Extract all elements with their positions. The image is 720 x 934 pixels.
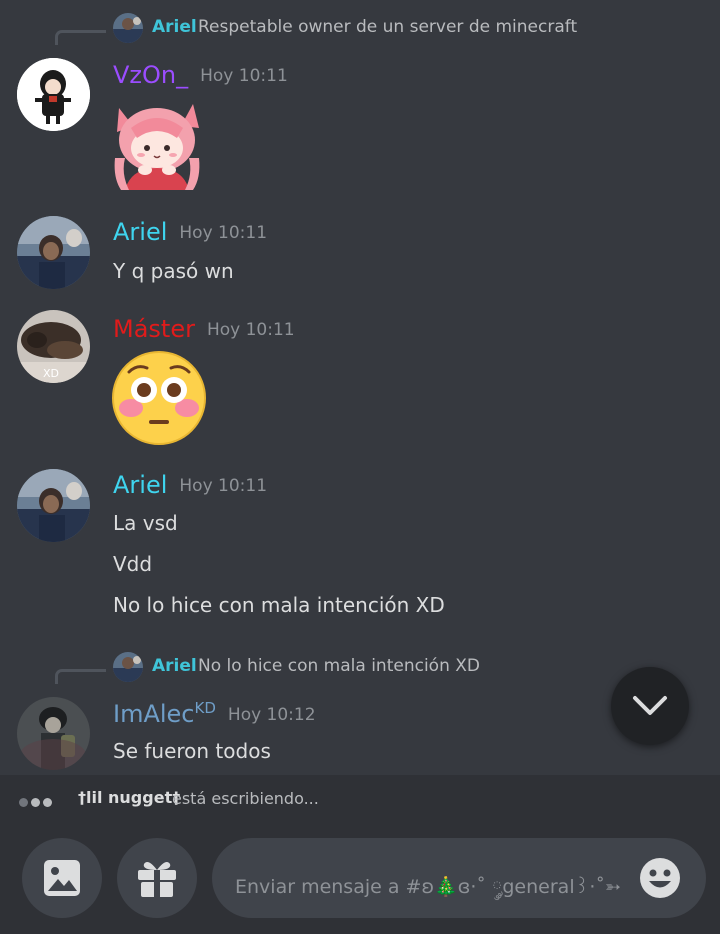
message-input[interactable]: Enviar mensaje a #ʚ🎄ɞ·˚ ༘general꒱·˚➳ xyxy=(212,838,706,918)
message-author[interactable]: VzOn_ Hoy 10:11 xyxy=(113,61,288,89)
avatar[interactable] xyxy=(17,469,90,542)
avatar[interactable] xyxy=(17,697,90,770)
author-name[interactable]: ImAlecKD xyxy=(113,699,216,728)
reply-author[interactable]: Ariel xyxy=(152,656,197,676)
message-composer: Enviar mensaje a #ʚ🎄ɞ·˚ ༘general꒱·˚➳ xyxy=(0,823,720,934)
timestamp: Hoy 10:11 xyxy=(206,320,295,340)
author-name[interactable]: Ariel xyxy=(113,218,167,246)
timestamp: Hoy 10:11 xyxy=(200,66,288,86)
reply-preview[interactable]: Ariel No lo hice con mala intención XD xyxy=(0,652,720,684)
typing-dots xyxy=(19,792,55,811)
chevron-down-icon xyxy=(633,696,667,715)
message-text: No lo hice con mala intención XD xyxy=(113,593,445,617)
author-name[interactable]: Ariel xyxy=(113,471,167,499)
reply-preview[interactable]: Ariel Respetable owner de un server de m… xyxy=(0,13,720,45)
emoji-picker-button[interactable] xyxy=(638,856,682,900)
chat-area: Ariel Respetable owner de un server de m… xyxy=(0,0,720,775)
timestamp: Hoy 10:12 xyxy=(227,705,316,725)
image-icon xyxy=(44,860,80,896)
avatar[interactable] xyxy=(17,58,90,131)
message-text: La vsd xyxy=(113,511,178,535)
message-input-placeholder: Enviar mensaje a #ʚ🎄ɞ·˚ ༘general꒱·˚➳ xyxy=(235,876,621,898)
reply-connector xyxy=(55,30,106,45)
message-author[interactable]: ImAlecKD Hoy 10:12 xyxy=(113,699,316,728)
reply-text: No lo hice con mala intención XD xyxy=(198,656,480,676)
message-author[interactable]: Ariel Hoy 10:11 xyxy=(113,218,267,246)
reply-avatar xyxy=(113,13,143,43)
reply-avatar xyxy=(113,652,143,682)
message-text: Vdd xyxy=(113,552,153,576)
message-author[interactable]: Máster Hoy 10:11 xyxy=(113,315,295,343)
author-name[interactable]: Máster xyxy=(113,315,195,343)
author-name[interactable]: VzOn_ xyxy=(113,61,188,89)
anime-girl-sticker[interactable] xyxy=(111,98,203,190)
typing-user: †lil nugget† xyxy=(78,788,181,807)
reply-text: Respetable owner de un server de minecra… xyxy=(198,17,578,37)
gift-icon xyxy=(138,862,176,897)
message-author[interactable]: Ariel Hoy 10:11 xyxy=(113,471,267,499)
gift-button[interactable] xyxy=(117,838,197,918)
flushed-face-emoji[interactable] xyxy=(111,350,207,446)
author-name-text[interactable]: ImAlec xyxy=(113,700,195,728)
emoji-icon xyxy=(640,858,680,898)
scroll-to-bottom-button[interactable] xyxy=(611,667,689,745)
author-name-sup: KD xyxy=(194,699,216,717)
message-text: Y q pasó wn xyxy=(113,259,234,283)
timestamp: Hoy 10:11 xyxy=(179,223,268,243)
reply-author[interactable]: Ariel xyxy=(152,17,197,37)
typing-text: está escribiendo... xyxy=(172,789,319,808)
avatar-overlay-text: XD xyxy=(43,367,59,380)
attach-image-button[interactable] xyxy=(22,838,102,918)
message-text: Se fueron todos xyxy=(113,739,271,763)
reply-connector xyxy=(55,669,106,684)
typing-indicator: †lil nugget† está escribiendo... xyxy=(0,775,720,823)
avatar[interactable]: XD xyxy=(17,310,90,383)
avatar[interactable] xyxy=(17,216,90,289)
timestamp: Hoy 10:11 xyxy=(179,476,268,496)
